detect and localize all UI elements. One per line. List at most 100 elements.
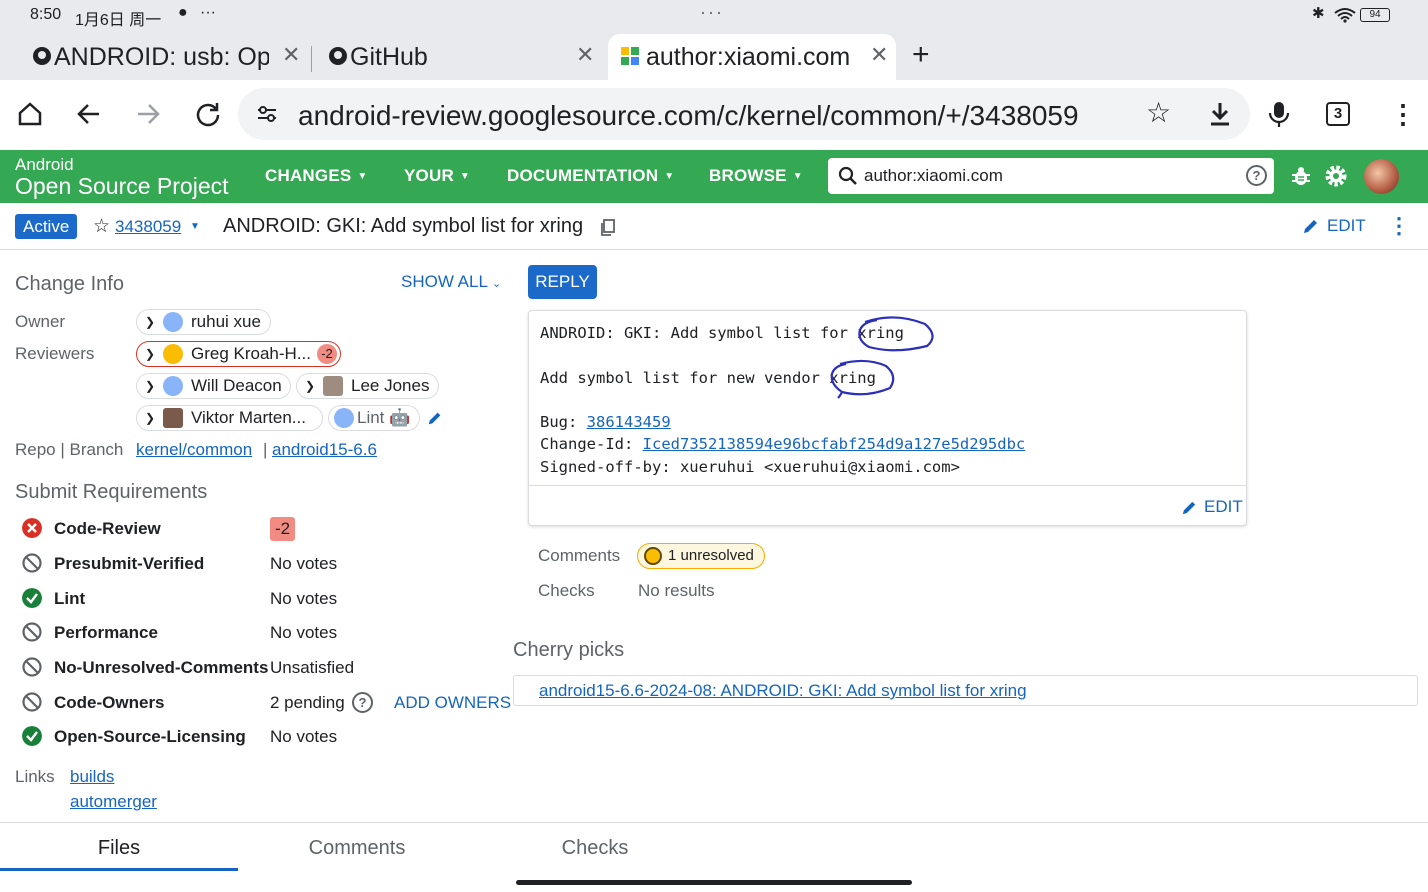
unresolved-comments-chip[interactable]: 1 unresolved bbox=[637, 543, 765, 569]
bookmark-star-icon[interactable]: ☆ bbox=[1146, 96, 1171, 129]
logo-bottom[interactable]: Open Source Project bbox=[15, 173, 229, 200]
more-actions-icon[interactable]: ⋮ bbox=[1388, 213, 1410, 239]
satisfied-check-icon bbox=[22, 588, 42, 608]
changeid-label: Change-Id: bbox=[540, 435, 643, 453]
edit-change-button[interactable]: EDIT bbox=[1302, 216, 1366, 236]
cherry-picks-title: Cherry picks bbox=[513, 639, 625, 661]
download-icon[interactable] bbox=[1206, 100, 1234, 128]
github-icon bbox=[329, 47, 347, 65]
browser-menu-icon[interactable]: ⋮ bbox=[1390, 98, 1416, 130]
menu-browse[interactable]: BROWSE ▼ bbox=[709, 166, 803, 186]
copy-icon[interactable] bbox=[600, 219, 616, 237]
settings-gear-icon[interactable] bbox=[1324, 164, 1348, 188]
browser-tab-2[interactable]: GitHub ✕ bbox=[320, 34, 600, 80]
status-time: 8:50 bbox=[30, 6, 62, 23]
omnibox[interactable]: android-review.googlesource.com/c/kernel… bbox=[238, 88, 1250, 140]
changeid-link[interactable]: Iced7352138594e96bcfabf254d9a127e5d295db… bbox=[643, 435, 1026, 453]
url-text[interactable]: android-review.googlesource.com/c/kernel… bbox=[298, 100, 1079, 132]
bug-link[interactable]: 386143459 bbox=[587, 413, 671, 431]
repo-link[interactable]: kernel/common bbox=[136, 440, 252, 460]
search-help-icon[interactable]: ? bbox=[1246, 165, 1267, 186]
gerrit-favicon-icon bbox=[621, 47, 639, 65]
microphone-icon[interactable] bbox=[1266, 100, 1292, 128]
change-number-dropdown-icon[interactable]: ▼ bbox=[190, 221, 200, 232]
gerrit-header: Android Open Source Project CHANGES ▼ YOU… bbox=[0, 150, 1428, 203]
requirement-value: No votes bbox=[270, 589, 338, 608]
qq-notification-icon: ● bbox=[178, 4, 188, 21]
requirement-value: No votes bbox=[270, 554, 338, 573]
tab-divider bbox=[311, 46, 312, 72]
automerger-link[interactable]: automerger bbox=[70, 792, 157, 812]
reviewer-chip-will[interactable]: ❯ Will Deacon bbox=[136, 373, 291, 399]
bottom-tabs: Files Comments Checks bbox=[0, 822, 1428, 892]
menu-documentation[interactable]: DOCUMENTATION ▼ bbox=[507, 166, 674, 186]
change-number-link[interactable]: 3438059 bbox=[115, 217, 181, 237]
chevron-right-icon: ❯ bbox=[145, 315, 156, 329]
tab-checks[interactable]: Checks bbox=[476, 837, 714, 860]
requirement-name: Lint bbox=[54, 589, 86, 608]
user-avatar[interactable] bbox=[1364, 159, 1399, 194]
commit-line-1: ANDROID: GKI: Add symbol list for xring bbox=[540, 324, 904, 342]
reviewer-name: Greg Kroah-H... bbox=[191, 344, 311, 363]
menu-changes[interactable]: CHANGES ▼ bbox=[265, 166, 368, 186]
star-icon[interactable]: ☆ bbox=[93, 215, 110, 238]
avatar bbox=[163, 408, 183, 428]
bluetooth-icon: ✱ bbox=[1312, 5, 1325, 22]
tab-comments[interactable]: Comments bbox=[238, 837, 476, 860]
forward-icon[interactable] bbox=[134, 100, 162, 128]
show-all-button[interactable]: SHOW ALL ⌄ bbox=[401, 272, 501, 292]
change-header: Active ☆ 3438059 ▼ ANDROID: GKI: Add sym… bbox=[0, 203, 1428, 250]
tab-title: author:xiaomi.com bbox=[646, 42, 851, 71]
commit-box-divider bbox=[529, 485, 1246, 486]
close-tab-icon[interactable]: ✕ bbox=[576, 42, 594, 68]
new-tab-icon[interactable]: + bbox=[912, 38, 930, 72]
commit-body-text: Add symbol list for new vendor bbox=[540, 369, 830, 387]
menu-label: BROWSE bbox=[709, 166, 787, 185]
builds-link[interactable]: builds bbox=[70, 767, 114, 787]
caret-down-icon: ▼ bbox=[459, 171, 471, 183]
owner-chip[interactable]: ❯ ruhui xue bbox=[136, 309, 271, 335]
gerrit-search-input[interactable]: author:xiaomi.com ? bbox=[828, 158, 1274, 194]
reload-icon[interactable] bbox=[194, 100, 222, 128]
reviewer-chip-viktor[interactable]: ❯ Viktor Marten... bbox=[136, 405, 323, 431]
report-bug-icon[interactable] bbox=[1290, 165, 1312, 187]
reviewer-name: Lint 🤖 bbox=[357, 408, 411, 427]
status-badge: Active bbox=[15, 214, 78, 239]
reviewer-chip-lee[interactable]: ❯ Lee Jones bbox=[296, 373, 439, 399]
edit-commit-message-button[interactable]: EDIT bbox=[1181, 497, 1243, 517]
gesture-bar[interactable] bbox=[516, 880, 912, 885]
site-settings-icon[interactable] bbox=[256, 104, 278, 124]
unsatisfied-icon bbox=[22, 692, 42, 712]
browser-toolbar: android-review.googlesource.com/c/kernel… bbox=[0, 80, 1428, 150]
requirement-vote: -2 bbox=[270, 517, 296, 541]
requirement-name: Code-Owners bbox=[54, 693, 165, 712]
tab-switcher-button[interactable]: 3 bbox=[1326, 102, 1350, 126]
reviewer-chip-lint[interactable]: Lint 🤖 bbox=[328, 405, 420, 431]
reply-button[interactable]: REPLY bbox=[528, 265, 597, 299]
edit-reviewers-icon[interactable] bbox=[427, 410, 443, 426]
logo-top[interactable]: Android bbox=[15, 155, 74, 175]
back-icon[interactable] bbox=[75, 100, 103, 128]
cherry-pick-row: android15-6.6-2024-08: ANDROID: GKI: Add… bbox=[513, 675, 1418, 706]
window-handle-icon[interactable]: ··· bbox=[700, 2, 724, 23]
add-owners-button[interactable]: ADD OWNERS bbox=[394, 693, 511, 713]
branch-link[interactable]: android15-6.6 bbox=[272, 440, 377, 460]
browser-tab-1[interactable]: ANDROID: usb: Op ✕ bbox=[24, 34, 306, 80]
commit-subject-text: ANDROID: GKI: Add symbol list for bbox=[540, 324, 858, 342]
cherry-pick-link[interactable]: android15-6.6-2024-08: ANDROID: GKI: Add… bbox=[539, 681, 1027, 701]
caret-down-icon: ▼ bbox=[792, 171, 803, 183]
close-tab-icon[interactable]: ✕ bbox=[870, 42, 888, 68]
close-tab-icon[interactable]: ✕ bbox=[282, 42, 300, 68]
browser-tab-strip: ANDROID: usb: Op ✕ GitHub ✕ author:xiaom… bbox=[0, 30, 1428, 80]
menu-your[interactable]: YOUR ▼ bbox=[404, 166, 470, 186]
requirement-value: Unsatisfied bbox=[270, 658, 355, 677]
chevron-right-icon: ❯ bbox=[145, 347, 156, 361]
home-icon[interactable] bbox=[16, 100, 44, 128]
reviewer-chip-greg[interactable]: ❯ Greg Kroah-H... -2 bbox=[136, 341, 341, 367]
tab-files[interactable]: Files bbox=[0, 837, 238, 860]
reviewers-label: Reviewers bbox=[15, 344, 95, 363]
browser-tab-3-active[interactable]: author:xiaomi.com ✕ bbox=[608, 34, 896, 80]
checks-label: Checks bbox=[538, 581, 595, 600]
code-owners-help-icon[interactable]: ? bbox=[352, 692, 373, 713]
requirement-name: Open-Source-Licensing bbox=[54, 727, 246, 746]
